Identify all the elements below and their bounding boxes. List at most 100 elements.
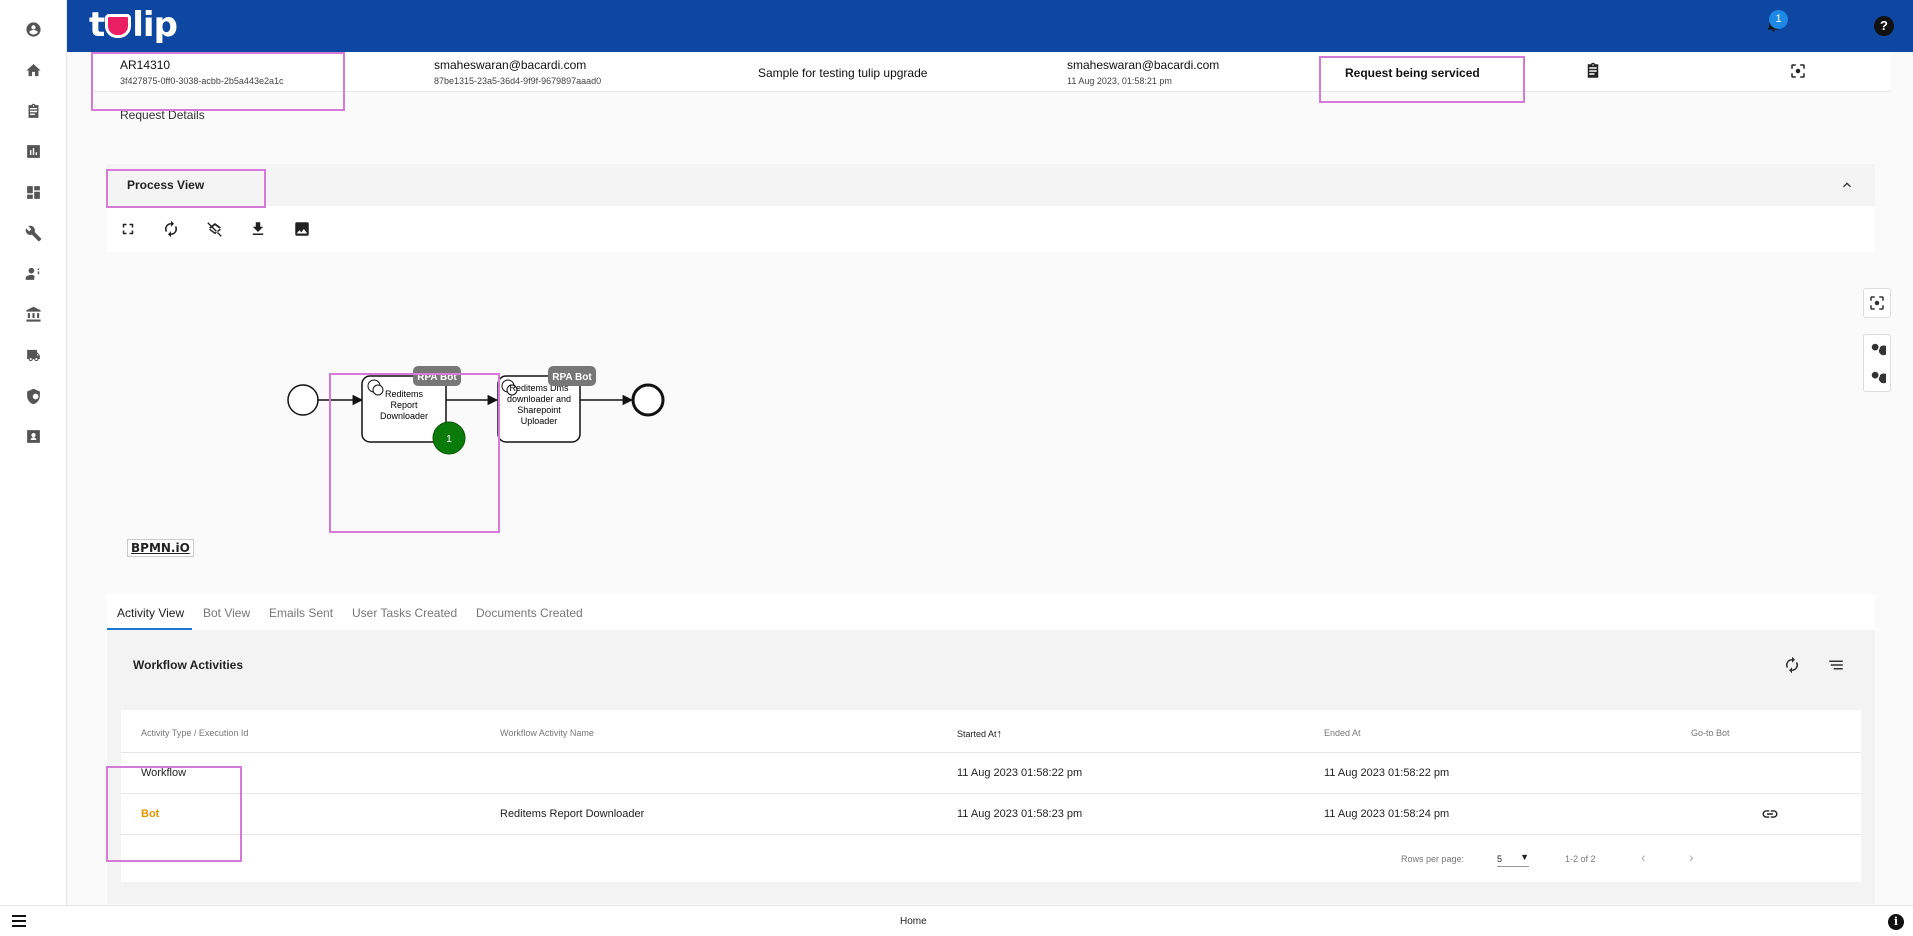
filter-lines-icon[interactable]	[1827, 656, 1845, 674]
zoom-controls	[1863, 334, 1891, 392]
request-details-heading[interactable]: Request Details	[120, 108, 205, 122]
row-ended: 11 Aug 2023 01:58:24 pm	[1324, 808, 1450, 820]
download-icon[interactable]	[249, 220, 267, 238]
tulip-logo[interactable]: t lip	[89, 5, 178, 45]
request-status[interactable]: Request being serviced	[1345, 66, 1480, 80]
row-type: Workflow	[141, 767, 187, 779]
notification-count-badge: 1	[1769, 10, 1788, 29]
logo-mark-icon	[105, 10, 132, 40]
bpmn-diagram: Reditems Report Downloader RPA Bot 1 Red…	[287, 366, 665, 455]
owner-time: 11 Aug 2023, 01:58:21 pm	[1067, 76, 1172, 86]
table-pagination: Rows per page: 5 ▼ 1-2 of 2 ‹ ›	[121, 834, 1861, 882]
request-uuid: 3f427875-0ff0-3038-acbb-2b5a443e2a1c	[120, 76, 284, 86]
help-icon[interactable]: ?	[1874, 16, 1894, 36]
account-icon[interactable]	[22, 18, 44, 40]
user-settings-icon[interactable]	[22, 262, 44, 284]
activities-table: Activity Type / Execution Id Workflow Ac…	[121, 710, 1861, 882]
start-event[interactable]	[287, 384, 319, 416]
go-to-bot-link-icon[interactable]	[1761, 805, 1779, 823]
sidebar	[0, 0, 67, 905]
truck-icon[interactable]	[22, 344, 44, 366]
request-description: Sample for testing tulip upgrade	[758, 66, 928, 80]
row-name: Reditems Report Downloader	[500, 808, 645, 820]
layers-off-icon[interactable]	[206, 220, 224, 238]
tab-documents-created[interactable]: Documents Created	[476, 606, 583, 620]
tab-activity-view[interactable]: Activity View	[117, 606, 184, 620]
col-activity-type[interactable]: Activity Type / Execution Id	[141, 728, 248, 738]
task1-line2: Report	[390, 400, 418, 410]
dropdown-arrow-icon: ▼	[1520, 852, 1529, 862]
rows-per-page-select[interactable]: 5 ▼	[1497, 849, 1529, 867]
request-id-cell: AR14310 3f427875-0ff0-3038-acbb-2b5a443e…	[120, 58, 283, 86]
row-started: 11 Aug 2023 01:58:22 pm	[957, 767, 1083, 779]
col-ended-at[interactable]: Ended At	[1324, 728, 1361, 738]
table-row[interactable]: Bot Reditems Report Downloader 11 Aug 20…	[121, 793, 1861, 834]
row-type[interactable]: Bot	[141, 808, 159, 820]
reset-zoom-control[interactable]	[1863, 288, 1891, 318]
analytics-icon[interactable]	[22, 140, 44, 162]
image-icon[interactable]	[293, 220, 311, 238]
tab-emails-sent[interactable]: Emails Sent	[269, 606, 333, 620]
next-page-icon[interactable]: ›	[1689, 849, 1694, 865]
process-view-header[interactable]: Process View	[107, 164, 1875, 206]
owner-cell: smaheswaran@bacardi.com 11 Aug 2023, 01:…	[1067, 58, 1219, 86]
focus-action-icon[interactable]	[1789, 62, 1807, 83]
requester-uuid: 87be1315-23a5-36d4-9f9f-9679897aaad0	[434, 76, 602, 86]
task2-line4: Uploader	[521, 416, 558, 426]
bank-icon[interactable]	[22, 303, 44, 325]
col-started-at[interactable]: Started At↑	[957, 728, 1002, 740]
refresh-icon[interactable]	[162, 220, 180, 238]
top-bar: t lip	[67, 0, 1913, 52]
process-view-title: Process View	[127, 178, 205, 192]
focus-center-icon[interactable]	[1868, 294, 1886, 312]
process-panel: Process View Reditems Report Downloader …	[107, 164, 1891, 904]
tab-user-tasks-created[interactable]: User Tasks Created	[352, 606, 457, 620]
col-workflow-activity-name[interactable]: Workflow Activity Name	[500, 728, 594, 738]
diagram-toolbar	[107, 206, 1875, 252]
wrench-icon[interactable]	[22, 222, 44, 244]
task2-line3: Sharepoint	[517, 405, 561, 415]
owner-email: smaheswaran@bacardi.com	[1067, 58, 1220, 72]
rows-per-page-label: Rows per page:	[1401, 854, 1465, 864]
rpa-bot-badge-2-label: RPA Bot	[552, 372, 592, 383]
menu-icon[interactable]	[12, 915, 26, 927]
zoom-in-icon[interactable]	[1868, 340, 1886, 358]
bottom-bar: Home i	[0, 905, 1913, 936]
row-started: 11 Aug 2023 01:58:23 pm	[957, 808, 1083, 820]
token-count: 1	[446, 434, 452, 445]
zoom-out-icon[interactable]	[1868, 368, 1886, 386]
home-icon[interactable]	[22, 59, 44, 81]
col-go-to-bot[interactable]: Go-to Bot	[1691, 728, 1730, 738]
dashboard-icon[interactable]	[22, 181, 44, 203]
end-event[interactable]	[631, 383, 665, 417]
tab-bot-view[interactable]: Bot View	[203, 606, 250, 620]
fullscreen-icon[interactable]	[119, 220, 137, 238]
bpmn-io-logo[interactable]: BPMN.iO	[127, 539, 194, 557]
requester-email: smaheswaran@bacardi.com	[434, 58, 587, 72]
prev-page-icon[interactable]: ‹	[1641, 849, 1646, 865]
task1-line3: Downloader	[380, 411, 428, 421]
request-id: AR14310	[120, 58, 171, 72]
workflow-activities-title: Workflow Activities	[133, 658, 244, 672]
request-summary-row[interactable]: AR14310 3f427875-0ff0-3038-acbb-2b5a443e…	[94, 52, 1891, 92]
admin-box-icon[interactable]	[22, 425, 44, 447]
refresh-activities-icon[interactable]	[1783, 656, 1801, 674]
clipboard-icon[interactable]	[22, 100, 44, 122]
rpa-bot-badge-1-label: RPA Bot	[417, 372, 457, 383]
sort-arrow-up-icon[interactable]: ↑	[997, 728, 1003, 740]
requester-cell: smaheswaran@bacardi.com 87be1315-23a5-36…	[434, 58, 601, 86]
info-icon[interactable]: i	[1888, 914, 1904, 930]
bpmn-canvas[interactable]: Reditems Report Downloader RPA Bot 1 Red…	[107, 252, 1891, 590]
task1-line1: Reditems	[385, 389, 424, 399]
task2-line2: downloader and	[507, 394, 571, 404]
row-ended: 11 Aug 2023 01:58:22 pm	[1324, 767, 1450, 779]
col-started-at-label: Started At	[957, 729, 997, 739]
main-content: AR14310 3f427875-0ff0-3038-acbb-2b5a443e…	[67, 52, 1913, 905]
home-link[interactable]: Home	[900, 916, 927, 927]
activity-tabs: Activity View Bot View Emails Sent User …	[107, 594, 1875, 630]
table-row[interactable]: Workflow 11 Aug 2023 01:58:22 pm 11 Aug …	[121, 752, 1861, 793]
clipboard-action-icon[interactable]	[1584, 62, 1602, 83]
chevron-up-icon[interactable]	[1839, 177, 1855, 193]
security-gear-icon[interactable]	[22, 385, 44, 407]
pagination-range: 1-2 of 2	[1565, 854, 1596, 864]
